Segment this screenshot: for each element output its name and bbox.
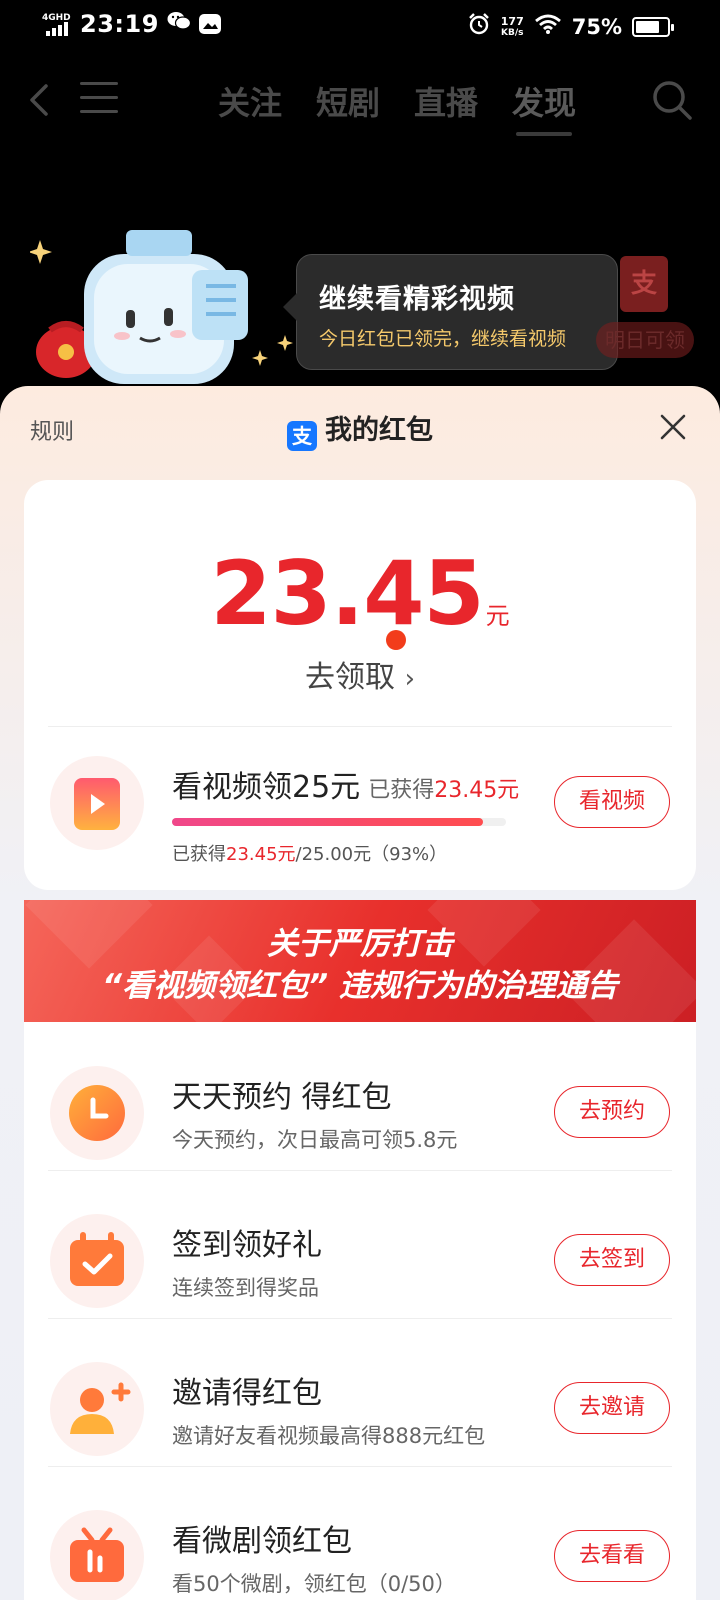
calendar-check-icon [50, 1214, 144, 1308]
governance-notice-banner[interactable]: 关于严厉打击 “看视频领红包” 违规行为的治理通告 [24, 900, 696, 1022]
balance-unit: 元 [485, 602, 510, 630]
tooltip-subtitle: 今日红包已领完，继续看视频 [319, 328, 567, 350]
cellular-signal-icon: 4GHD [42, 12, 72, 36]
claim-link[interactable]: 去领取 › [24, 652, 696, 696]
task-subtitle: 连续签到得奖品 [172, 1276, 319, 1300]
notification-dot [386, 630, 406, 650]
gallery-app-icon [198, 14, 221, 34]
top-nav: 关注 短剧 直播 发现 [0, 70, 720, 136]
watch-video-task: 看视频领25元 已获得23.45元 已获得23.45元/25.00元（93%） 看… [24, 742, 696, 865]
earned-inline: 已获得23.45元 [368, 778, 520, 803]
menu-button[interactable] [80, 82, 118, 118]
back-button[interactable] [20, 78, 64, 122]
clock-icon [50, 1066, 144, 1160]
clock: 23:19 [80, 10, 159, 38]
reserve-button[interactable]: 去预约 [554, 1086, 670, 1138]
task-title: 邀请得红包 [172, 1376, 322, 1411]
list-item: 签到领好礼 连续签到得奖品 去签到 [24, 1200, 696, 1320]
watch-progress-bar [172, 818, 506, 826]
task-title: 天天预约 得红包 [172, 1080, 392, 1115]
balance-value: 23.45 [210, 542, 484, 645]
claim-label: 去领取 [305, 660, 396, 695]
wifi-icon [534, 13, 562, 41]
sheet-header: 规则 支我的红包 [0, 386, 720, 470]
divider [48, 1466, 672, 1467]
watch-video-button[interactable]: 看视频 [554, 776, 670, 828]
list-item: 看微剧领红包 看50个微剧，领红包（0/50） 去看看 [24, 1496, 696, 1600]
battery-percent: 75% [571, 15, 622, 39]
task-subtitle: 邀请好友看视频最高得888元红包 [172, 1424, 486, 1448]
task-subtitle: 看50个微剧，领红包（0/50） [172, 1572, 456, 1596]
alarm-icon [467, 12, 491, 42]
notice-line-1: 关于严厉打击 [267, 926, 453, 962]
tab-short-drama[interactable]: 短剧 [316, 78, 380, 124]
alipay-icon: 支 [287, 421, 317, 451]
mascot-illustration [30, 230, 293, 384]
balance-amount: 23.45元 [24, 542, 696, 645]
check-in-button[interactable]: 去签到 [554, 1234, 670, 1286]
watch-drama-button[interactable]: 去看看 [554, 1530, 670, 1582]
alipay-red-packet-icon: 支 [620, 256, 668, 312]
notice-line-2: “看视频领红包” 违规行为的治理通告 [102, 968, 618, 1004]
chevron-left-icon [30, 84, 48, 116]
tab-discover[interactable]: 发现 [512, 78, 576, 136]
list-item: 天天预约 得红包 今天预约，次日最高可领5.8元 去预约 [24, 1052, 696, 1172]
tomorrow-available-badge: 明日可领 [596, 322, 694, 358]
task-title: 签到领好礼 [172, 1228, 322, 1263]
watch-task-title: 看视频领25元 已获得23.45元 [172, 770, 520, 805]
divider [48, 1170, 672, 1171]
search-icon [653, 81, 692, 120]
watch-progress-text: 已获得23.45元/25.00元（93%） [172, 844, 448, 865]
sheet-title-text: 我的红包 [325, 415, 433, 446]
chevron-right-icon: › [404, 664, 415, 694]
invite-button[interactable]: 去邀请 [554, 1382, 670, 1434]
status-bar: 4GHD 23:19 177 KB/s 75% [0, 0, 720, 52]
user-add-icon [50, 1362, 144, 1456]
sheet-title: 支我的红包 [0, 408, 720, 451]
close-icon [660, 414, 686, 440]
tv-icon [50, 1510, 144, 1600]
wechat-icon [167, 10, 192, 38]
promo-area: 继续看精彩视频 今日红包已领完，继续看视频 支 明日可领 [0, 210, 720, 390]
close-button[interactable] [656, 410, 690, 444]
task-title: 看微剧领红包 [172, 1524, 352, 1559]
task-list: 天天预约 得红包 今天预约，次日最高可领5.8元 去预约 签到领好礼 连续签到得… [24, 1022, 696, 1600]
promo-tooltip: 继续看精彩视频 今日红包已领完，继续看视频 [283, 254, 618, 370]
search-button[interactable] [650, 78, 694, 122]
tooltip-title: 继续看精彩视频 [319, 284, 515, 315]
tab-live[interactable]: 直播 [414, 78, 478, 124]
balance-card: 23.45元 去领取 › 看视频领25元 已获得23.45元 已获得23.45元/… [24, 480, 696, 890]
battery-icon [632, 17, 674, 37]
divider [48, 1318, 672, 1319]
tab-follow[interactable]: 关注 [218, 78, 282, 124]
video-play-icon [50, 756, 144, 850]
red-packet-sheet: 规则 支我的红包 23.45元 去领取 › 看视频领25元 已获得23.45元 … [0, 386, 720, 1600]
network-speed: 177 KB/s [500, 14, 524, 38]
nav-tabs: 关注 短剧 直播 发现 [218, 78, 576, 136]
divider [48, 726, 672, 727]
list-item: 邀请得红包 邀请好友看视频最高得888元红包 去邀请 [24, 1348, 696, 1468]
task-subtitle: 今天预约，次日最高可领5.8元 [172, 1128, 458, 1152]
